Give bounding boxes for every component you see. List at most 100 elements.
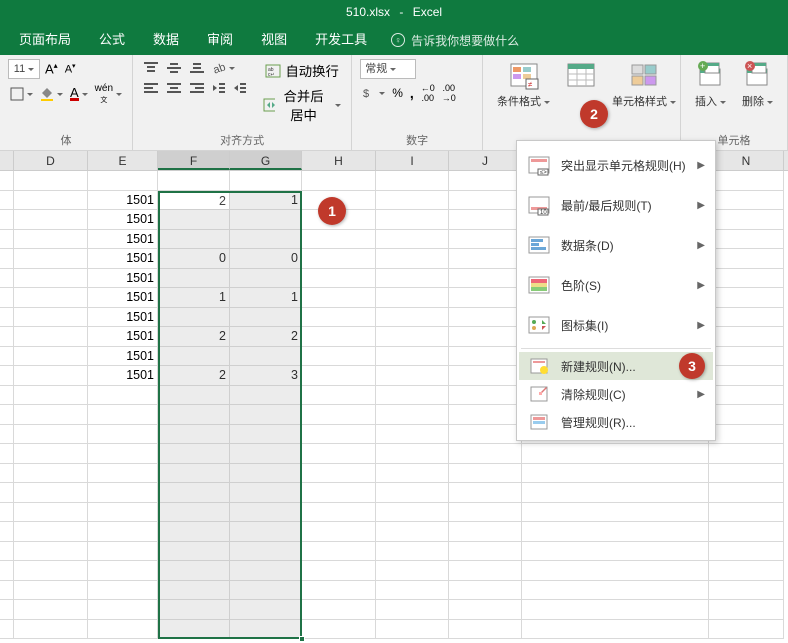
cell[interactable] xyxy=(709,347,784,367)
cell[interactable] xyxy=(230,425,302,445)
menu-color-scales[interactable]: 色阶(S)▶ xyxy=(519,265,713,305)
increase-indent-button[interactable] xyxy=(231,79,249,97)
align-left-button[interactable] xyxy=(141,79,161,97)
cell[interactable] xyxy=(14,620,88,640)
cell[interactable] xyxy=(14,230,88,250)
menu-new-rule[interactable]: 新建规则(N)... 3 xyxy=(519,352,713,380)
cell[interactable] xyxy=(376,561,449,581)
cell[interactable] xyxy=(14,347,88,367)
cell[interactable] xyxy=(0,561,14,581)
col-header-N[interactable]: N xyxy=(709,151,784,170)
decrease-indent-button[interactable] xyxy=(210,79,228,97)
cell[interactable] xyxy=(158,171,230,191)
tab-page-layout[interactable]: 页面布局 xyxy=(5,25,85,55)
cell[interactable] xyxy=(522,620,709,640)
cell[interactable] xyxy=(88,561,158,581)
cell[interactable] xyxy=(0,542,14,562)
cell[interactable]: 1501 xyxy=(88,269,158,289)
cell[interactable]: 1501 xyxy=(88,191,158,211)
cell[interactable] xyxy=(14,288,88,308)
cell[interactable] xyxy=(376,464,449,484)
cell[interactable] xyxy=(0,522,14,542)
cell[interactable] xyxy=(14,308,88,328)
accounting-button[interactable]: $ xyxy=(360,81,387,105)
cell[interactable] xyxy=(230,581,302,601)
decrease-decimal-button[interactable]: .00→0 xyxy=(440,81,458,105)
col-header-J[interactable]: J xyxy=(449,151,522,170)
cell[interactable] xyxy=(302,522,376,542)
cell[interactable] xyxy=(709,464,784,484)
cell[interactable] xyxy=(449,249,522,269)
align-bottom-button[interactable] xyxy=(187,59,207,77)
cell[interactable] xyxy=(230,483,302,503)
cell[interactable] xyxy=(230,542,302,562)
cell[interactable] xyxy=(709,425,784,445)
percent-button[interactable]: % xyxy=(390,81,405,105)
font-color-button[interactable]: A xyxy=(68,81,90,107)
cell[interactable] xyxy=(302,483,376,503)
cell[interactable] xyxy=(449,483,522,503)
cell[interactable] xyxy=(302,464,376,484)
cell[interactable] xyxy=(449,444,522,464)
cell[interactable] xyxy=(302,386,376,406)
cell[interactable] xyxy=(449,230,522,250)
cell[interactable] xyxy=(709,288,784,308)
col-header-F[interactable]: F xyxy=(158,151,230,170)
cell[interactable] xyxy=(14,210,88,230)
cell[interactable] xyxy=(158,483,230,503)
cell[interactable] xyxy=(158,386,230,406)
insert-button[interactable]: + 插入 xyxy=(689,59,732,111)
cell[interactable] xyxy=(302,503,376,523)
cell[interactable] xyxy=(302,405,376,425)
cell[interactable] xyxy=(0,620,14,640)
cell[interactable] xyxy=(302,561,376,581)
cell[interactable]: 1501 xyxy=(88,366,158,386)
cell[interactable] xyxy=(88,386,158,406)
cell[interactable] xyxy=(14,581,88,601)
cell[interactable] xyxy=(709,503,784,523)
delete-button[interactable]: × 删除 xyxy=(736,59,779,111)
cell[interactable] xyxy=(158,210,230,230)
cell[interactable] xyxy=(302,327,376,347)
cell[interactable] xyxy=(449,542,522,562)
cell[interactable] xyxy=(158,620,230,640)
cell[interactable] xyxy=(230,171,302,191)
cell[interactable] xyxy=(230,405,302,425)
cell[interactable] xyxy=(449,405,522,425)
cell[interactable] xyxy=(0,327,14,347)
cell[interactable] xyxy=(0,171,14,191)
cell[interactable] xyxy=(0,347,14,367)
number-format-select[interactable]: 常规 xyxy=(360,59,416,79)
cell[interactable] xyxy=(14,503,88,523)
cell[interactable] xyxy=(158,444,230,464)
cell[interactable] xyxy=(158,425,230,445)
cell[interactable] xyxy=(709,581,784,601)
cell[interactable] xyxy=(376,191,449,211)
phonetic-button[interactable]: wén文 xyxy=(93,81,124,107)
cell[interactable] xyxy=(14,425,88,445)
cell[interactable] xyxy=(0,600,14,620)
cell[interactable] xyxy=(522,444,709,464)
cell[interactable] xyxy=(709,269,784,289)
cell[interactable] xyxy=(449,191,522,211)
cell-styles-button[interactable]: 单元格样式 xyxy=(606,59,682,111)
cell[interactable] xyxy=(449,327,522,347)
menu-icon-sets[interactable]: 图标集(I)▶ xyxy=(519,305,713,345)
cell[interactable] xyxy=(709,308,784,328)
cell[interactable] xyxy=(449,561,522,581)
cell[interactable] xyxy=(14,249,88,269)
cell[interactable] xyxy=(376,386,449,406)
cell[interactable] xyxy=(302,230,376,250)
cell[interactable]: 1 xyxy=(230,288,302,308)
cell[interactable] xyxy=(0,581,14,601)
cell[interactable] xyxy=(302,542,376,562)
cell[interactable]: 0 xyxy=(230,249,302,269)
cell[interactable] xyxy=(0,444,14,464)
menu-top-bottom-rules[interactable]: 10 最前/最后规则(T)▶ xyxy=(519,185,713,225)
cell[interactable] xyxy=(158,269,230,289)
cell[interactable] xyxy=(88,483,158,503)
cell[interactable] xyxy=(302,269,376,289)
cell[interactable] xyxy=(709,444,784,464)
cell[interactable] xyxy=(376,308,449,328)
cell[interactable] xyxy=(302,288,376,308)
